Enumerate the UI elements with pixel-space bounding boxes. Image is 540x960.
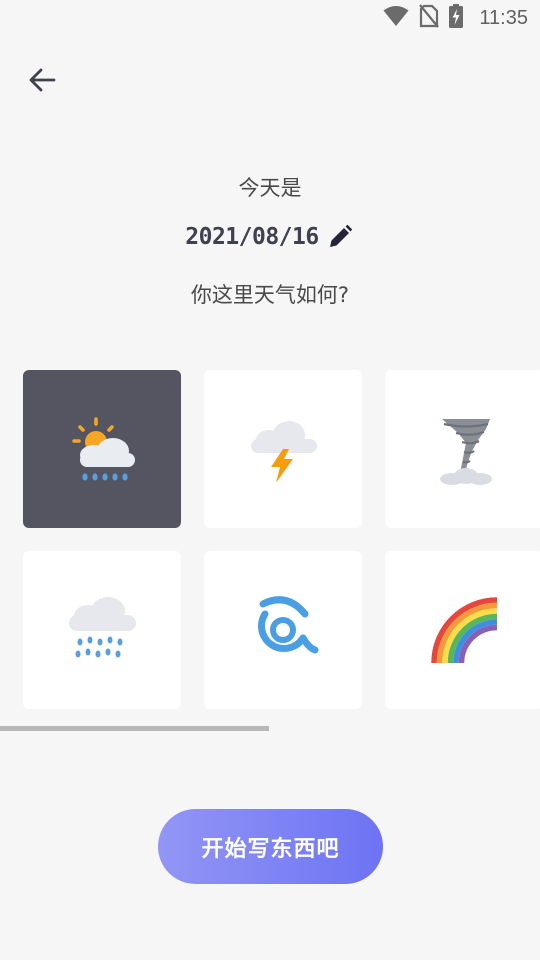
weather-option-cloud-lightning[interactable] bbox=[204, 370, 362, 528]
horizontal-scrollbar[interactable] bbox=[0, 726, 540, 731]
cloud-lightning-icon bbox=[251, 421, 317, 483]
start-writing-button[interactable]: 开始写东西吧 bbox=[158, 809, 383, 884]
weather-option-cloud-rain[interactable] bbox=[23, 551, 181, 709]
edit-date-button[interactable] bbox=[325, 222, 355, 252]
rainbow-icon bbox=[431, 597, 498, 664]
battery-charging-icon bbox=[449, 4, 464, 32]
arrow-left-icon bbox=[29, 68, 56, 92]
weather-option-tornado[interactable] bbox=[385, 370, 540, 528]
cyclone-icon bbox=[258, 596, 319, 654]
weather-question: 你这里天气如何? bbox=[190, 283, 350, 307]
back-button[interactable] bbox=[22, 60, 62, 100]
sun-cloud-rain-icon bbox=[72, 417, 135, 481]
tornado-icon bbox=[440, 419, 492, 485]
status-bar: 11:35 bbox=[0, 0, 540, 36]
no-sim-icon bbox=[419, 4, 440, 32]
weather-option-sun-cloud-rain[interactable] bbox=[23, 370, 181, 528]
date-value: 2021/08/16 bbox=[185, 224, 319, 250]
cloud-rain-icon bbox=[69, 597, 136, 658]
weather-option-rainbow[interactable] bbox=[385, 551, 540, 709]
scrollbar-thumb[interactable] bbox=[0, 726, 269, 731]
status-time: 11:35 bbox=[479, 6, 528, 29]
pencil-icon bbox=[329, 224, 352, 247]
today-label: 今天是 bbox=[238, 176, 302, 200]
wifi-icon bbox=[383, 5, 409, 31]
date-row: 2021/08/16 bbox=[0, 222, 540, 252]
weather-grid bbox=[23, 370, 540, 710]
weather-option-cyclone[interactable] bbox=[204, 551, 362, 709]
